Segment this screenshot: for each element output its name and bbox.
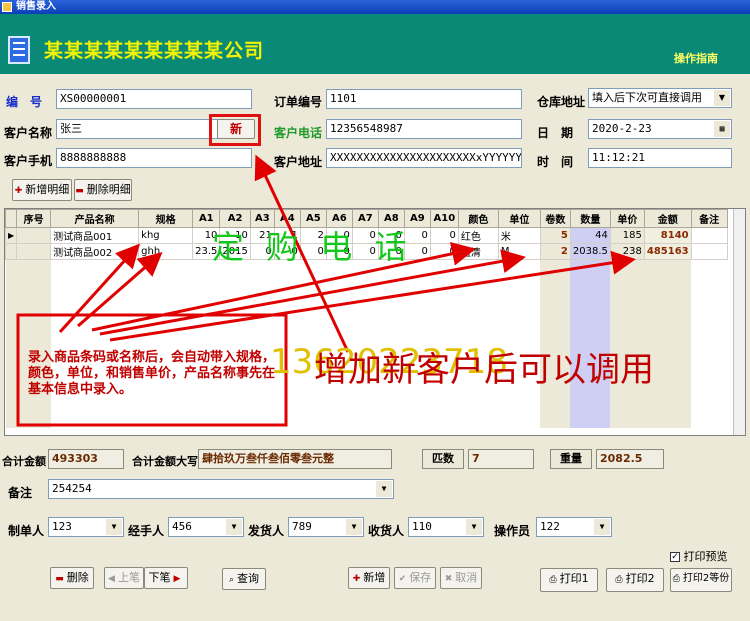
handler-value: 456 [172, 520, 192, 533]
prev-icon: ◀ [108, 574, 115, 584]
shipper-value: 789 [292, 520, 312, 533]
next-icon: ▶ [173, 574, 181, 584]
handler-select[interactable]: 456 ▼ [168, 517, 244, 537]
remark-value: 254254 [52, 482, 92, 495]
printer-icon: ⎙ [549, 575, 557, 585]
next-button[interactable]: 下笔 ▶ [144, 567, 188, 589]
pieces-value: 7 [468, 449, 534, 469]
save-button[interactable]: ✔ 保存 [394, 567, 436, 589]
operator-value: 122 [540, 520, 560, 533]
print1-button[interactable]: ⎙ 打印1 [540, 568, 598, 592]
weight-value: 2082.5 [596, 449, 664, 469]
chevron-down-icon[interactable]: ▼ [346, 519, 362, 535]
total-cn-label: 合计金额大写 [132, 455, 198, 468]
printer-icon: ⎙ [615, 575, 623, 585]
overlay-order-phone: 定 购 电 话 [212, 228, 413, 266]
chevron-down-icon[interactable]: ▼ [106, 519, 122, 535]
pieces-label: 匹数 [422, 449, 464, 469]
new-button[interactable]: ✚ 新增 [348, 567, 390, 589]
shipper-label: 发货人 [248, 524, 285, 538]
operator-select[interactable]: 122 ▼ [536, 517, 612, 537]
shipper-select[interactable]: 789 ▼ [288, 517, 364, 537]
query-button[interactable]: ⌕ 查询 [222, 568, 266, 590]
check-icon: ✔ [398, 574, 407, 584]
search-icon: ⌕ [228, 575, 235, 585]
maker-label: 制单人 [8, 524, 45, 538]
print2-split-button[interactable]: ⎙ 打印2等份 [670, 568, 732, 592]
overlay-tip: 增加新客户后可以调用 [314, 350, 654, 390]
prev-button[interactable]: ◀ 上笔 [104, 567, 144, 589]
handler-label: 经手人 [128, 524, 165, 538]
total-value: 493303 [48, 449, 124, 469]
weight-label: 重量 [550, 449, 592, 469]
receiver-value: 110 [412, 520, 432, 533]
chevron-down-icon[interactable]: ▼ [226, 519, 242, 535]
minus-icon: ▬ [55, 574, 64, 584]
checkbox-check-icon: ✓ [670, 552, 680, 562]
plus-icon: ✚ [352, 574, 361, 584]
remark-input[interactable]: 254254 ▼ [48, 479, 394, 499]
operator-label: 操作员 [494, 524, 531, 538]
total-label: 合计金额 [2, 455, 46, 468]
chevron-down-icon[interactable]: ▼ [466, 519, 482, 535]
chevron-down-icon[interactable]: ▼ [376, 481, 392, 497]
maker-value: 123 [52, 520, 72, 533]
chevron-down-icon[interactable]: ▼ [594, 519, 610, 535]
delete-button[interactable]: ▬ 删除 [50, 567, 94, 589]
annotation-note: 录入商品条码或名称后，会自动带入规格，颜色，单位，和销售单价，产品名称事先在 基… [28, 350, 276, 397]
receiver-label: 收货人 [368, 524, 405, 538]
remark-label: 备注 [8, 486, 33, 500]
print2-button[interactable]: ⎙ 打印2 [606, 568, 664, 592]
printer-icon: ⎙ [672, 574, 680, 584]
maker-select[interactable]: 123 ▼ [48, 517, 124, 537]
cancel-button[interactable]: ✖ 取消 [440, 567, 482, 589]
total-cn-value: 肆拾玖万叁仟叁佰零叁元整 [198, 449, 392, 469]
close-icon: ✖ [444, 574, 453, 584]
receiver-select[interactable]: 110 ▼ [408, 517, 484, 537]
print-preview-checkbox[interactable]: ✓ 打印预览 [670, 548, 728, 564]
